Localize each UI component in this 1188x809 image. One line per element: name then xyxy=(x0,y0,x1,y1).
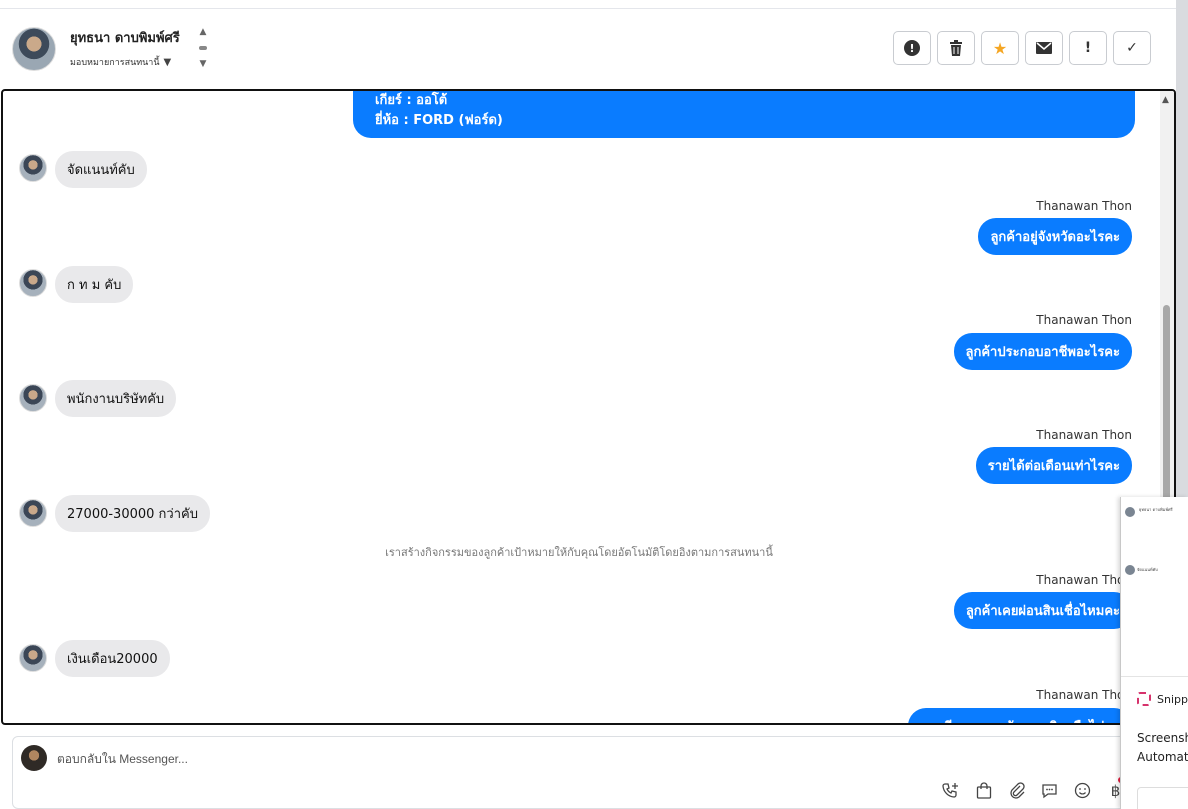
done-button[interactable]: ✓ xyxy=(1113,31,1151,65)
sort-handle-icon xyxy=(199,46,207,50)
phone-plus-icon[interactable] xyxy=(941,781,960,800)
report-button[interactable]: ! xyxy=(893,31,931,65)
avatar xyxy=(19,644,47,672)
message-bubble-outgoing: และมีภาระของบัตรเครดิตหรือไม่คะ xyxy=(908,708,1132,723)
snipping-tool-notification[interactable]: ยุทธนา ดาบพิมพ์ศรี จัดแนนท์คับ Snipping … xyxy=(1120,497,1188,809)
assign-conversation-dropdown[interactable]: มอบหมายการสนทนานี้ ▼ xyxy=(70,55,171,69)
reply-input[interactable] xyxy=(57,749,657,769)
mini-text: จัดแนนท์คับ xyxy=(1137,567,1158,572)
message-bubble-outgoing: ลูกค้าประกอบอาชีพอะไรคะ xyxy=(953,333,1132,370)
page-avatar xyxy=(21,745,47,771)
mail-button[interactable] xyxy=(1025,31,1063,65)
system-note: เราสร้างกิจกรรมของลูกค้าเป้าหมายให้กับคุ… xyxy=(385,546,773,559)
message-bubble-outgoing: เกียร์ : ออโต้ ยี่ห้อ : FORD (ฟอร์ด) xyxy=(353,91,1135,138)
conversation-header: ยุทธนา ดาบพิมพ์ศรี ▲ ▼ มอบหมายการสนทนานี… xyxy=(0,9,1176,89)
reply-composer: ฿ xyxy=(12,736,1142,809)
important-button[interactable]: ! xyxy=(1069,31,1107,65)
message-thread[interactable]: เกียร์ : ออโต้ ยี่ห้อ : FORD (ฟอร์ด) จัด… xyxy=(1,89,1176,725)
envelope-icon xyxy=(1036,42,1052,54)
message-bubble-incoming: เงินเดือน20000 xyxy=(55,640,170,677)
delete-button[interactable] xyxy=(937,31,975,65)
message-bubble-incoming: ก ท ม คับ xyxy=(55,266,134,303)
snip-footer xyxy=(1137,787,1188,809)
smiley-icon[interactable] xyxy=(1073,781,1092,800)
screenshot-thumbnail[interactable]: ยุทธนา ดาบพิมพ์ศรี จัดแนนท์คับ xyxy=(1121,497,1188,677)
shopping-bag-icon[interactable] xyxy=(974,781,993,800)
sender-name: Thanawan Thon xyxy=(1036,428,1132,442)
sort-arrows[interactable]: ▲ ▼ xyxy=(197,27,209,69)
message-bubble-outgoing: ลูกค้าอยู่จังหวัดอะไรคะ xyxy=(978,218,1132,255)
snip-app-row: Snipping Tool xyxy=(1137,692,1188,706)
message-line: ยี่ห้อ : FORD (ฟอร์ด) xyxy=(375,113,503,128)
contact-avatar[interactable] xyxy=(12,27,56,71)
snip-body: Screenshot Automatically xyxy=(1137,729,1188,767)
sender-name: Thanawan Thon xyxy=(1036,688,1132,702)
message-bubble-incoming: จัดแนนท์คับ xyxy=(55,151,147,188)
snip-line: Automatically xyxy=(1137,750,1188,764)
paperclip-icon[interactable] xyxy=(1007,781,1026,800)
avatar xyxy=(19,269,47,297)
avatar xyxy=(19,154,47,182)
mini-text: ยุทธนา ดาบพิมพ์ศรี xyxy=(1139,507,1173,512)
exclamation-icon: ! xyxy=(1084,40,1092,56)
scroll-up-icon[interactable]: ▲ xyxy=(1162,95,1169,105)
page-scroll-gutter xyxy=(1176,0,1188,497)
avatar xyxy=(19,499,47,527)
chat-bubble-icon[interactable] xyxy=(1040,781,1059,800)
message-bubble-outgoing: รายได้ต่อเดือนเท่าไรคะ xyxy=(975,447,1132,484)
snip-app-name: Snipping Tool xyxy=(1157,692,1188,706)
trash-icon xyxy=(950,40,962,56)
assign-label: มอบหมายการสนทนานี้ xyxy=(70,58,160,68)
contact-name[interactable]: ยุทธนา ดาบพิมพ์ศรี xyxy=(70,27,180,48)
caret-up-icon: ▲ xyxy=(199,27,207,37)
check-icon: ✓ xyxy=(1126,40,1138,56)
message-line: เกียร์ : ออโต้ xyxy=(375,93,448,108)
sender-name: Thanawan Thon xyxy=(1036,573,1132,587)
star-button[interactable]: ★ xyxy=(981,31,1019,65)
sender-name: Thanawan Thon xyxy=(1036,199,1132,213)
message-bubble-incoming: 27000-30000 กว่าคับ xyxy=(55,495,210,532)
avatar xyxy=(19,384,47,412)
sender-name: Thanawan Thon xyxy=(1036,313,1132,327)
star-icon: ★ xyxy=(992,38,1008,58)
top-strip xyxy=(0,0,1176,9)
avatar xyxy=(1125,565,1135,575)
composer-tools: ฿ xyxy=(941,781,1125,800)
chevron-down-icon: ▼ xyxy=(163,56,172,68)
message-bubble-outgoing: ลูกค้าเคยผ่อนสินเชื่อไหมคะ xyxy=(953,592,1132,629)
caret-down-icon: ▼ xyxy=(199,59,207,69)
header-actions: ! ★ ! ✓ xyxy=(893,31,1151,65)
snip-line: Screenshot xyxy=(1137,731,1188,745)
snipping-tool-icon xyxy=(1137,692,1151,706)
message-bubble-incoming: พนักงานบริษัทคับ xyxy=(55,380,177,417)
exclamation-circle-icon: ! xyxy=(904,40,920,56)
avatar xyxy=(1125,507,1135,517)
